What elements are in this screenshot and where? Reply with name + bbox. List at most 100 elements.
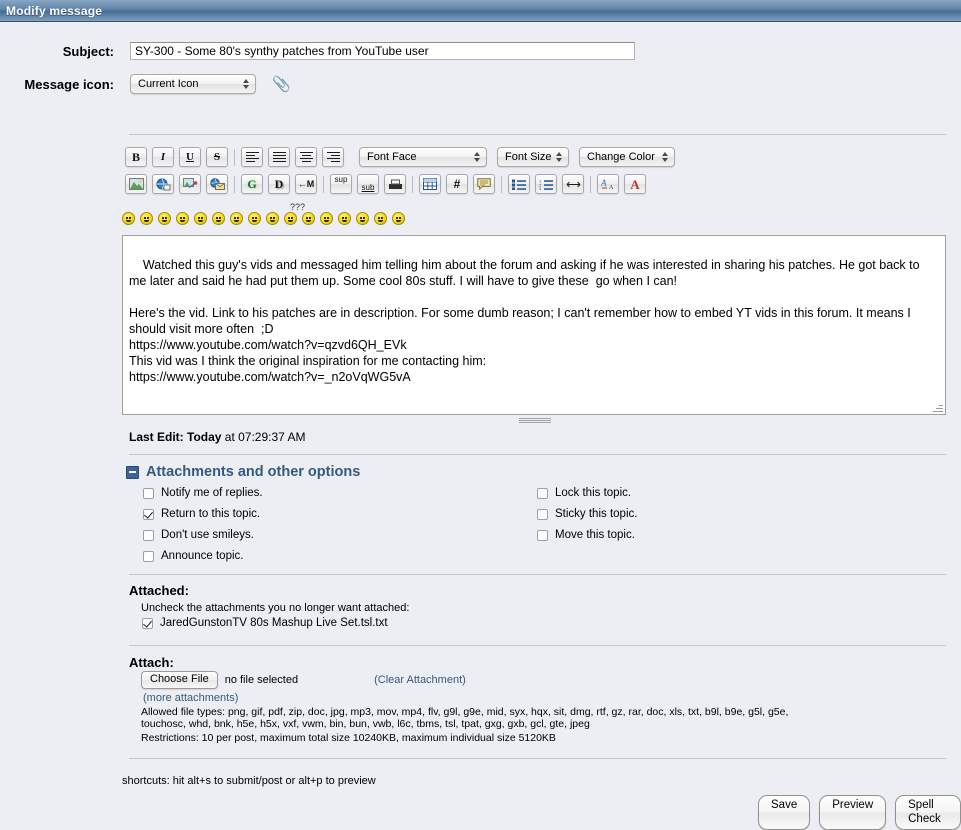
preview-button[interactable]: Preview	[819, 795, 887, 830]
checkbox-return-topic[interactable]	[143, 508, 154, 520]
message-icon-select[interactable]: Current Icon	[130, 74, 256, 94]
smiley-icon[interactable]	[374, 212, 387, 225]
align-right-button[interactable]	[322, 147, 344, 167]
subscript-button[interactable]: sub	[357, 174, 379, 194]
toolbar-separator	[323, 175, 324, 193]
globe-link-icon	[156, 178, 170, 190]
superscript-button[interactable]: sup	[330, 174, 352, 194]
smiley-icon[interactable]	[320, 212, 333, 225]
smiley-icon[interactable]	[122, 212, 135, 225]
smiley-icon[interactable]	[194, 212, 207, 225]
checkbox-no-smileys-row[interactable]: Don't use smileys.	[143, 529, 503, 541]
checkbox-no-smileys[interactable]	[143, 529, 154, 541]
bullet-list-button[interactable]	[508, 174, 530, 194]
checkbox-announce-topic[interactable]	[143, 550, 154, 562]
smiley-palette: ???	[122, 202, 410, 225]
teletype-button[interactable]	[384, 174, 406, 194]
align-justify-button[interactable]	[268, 147, 290, 167]
glow-text-button[interactable]: G	[241, 174, 263, 194]
horizontal-rule-button[interactable]	[562, 174, 584, 194]
font-size-select[interactable]: Font Size	[497, 147, 569, 167]
smiley-icon[interactable]	[392, 212, 405, 225]
resize-grip-icon[interactable]	[932, 402, 943, 413]
smiley-icon[interactable]	[176, 212, 189, 225]
smiley-icon[interactable]	[338, 212, 351, 225]
checkbox-notify-replies-row[interactable]: Notify me of replies.	[143, 487, 503, 499]
align-left-button[interactable]	[241, 147, 263, 167]
numbered-list-button[interactable]: 1 2 3	[535, 174, 557, 194]
checkbox-return-topic-row[interactable]: Return to this topic.	[143, 508, 503, 520]
underline-button[interactable]: U	[179, 147, 201, 167]
bullet-list-icon	[512, 179, 526, 190]
more-attachments-link[interactable]: (more attachments)	[143, 692, 238, 704]
clear-attachment-link[interactable]: (Clear Attachment)	[374, 674, 466, 686]
smiley-icon[interactable]	[356, 212, 369, 225]
insert-image-button[interactable]	[125, 174, 147, 194]
textarea-drag-handle[interactable]	[519, 418, 551, 423]
smiley-icon[interactable]	[266, 212, 279, 225]
checkbox-lock-topic-label: Lock this topic.	[555, 487, 632, 499]
toggle-view-button[interactable]: A A	[597, 174, 619, 194]
checkbox-attached-file[interactable]	[142, 617, 153, 629]
checkbox-notify-replies[interactable]	[143, 487, 154, 499]
chevron-updown-icon	[474, 150, 481, 164]
smiley-icon[interactable]	[212, 212, 225, 225]
svg-text:3: 3	[539, 186, 542, 190]
save-button[interactable]: Save	[758, 795, 811, 830]
change-color-select[interactable]: Change Color	[579, 147, 675, 167]
checkbox-move-topic-row[interactable]: Move this topic.	[537, 529, 867, 541]
insert-hosted-image-button[interactable]	[179, 174, 201, 194]
font-face-select[interactable]: Font Face	[359, 147, 487, 167]
checkbox-lock-topic-row[interactable]: Lock this topic.	[537, 487, 867, 499]
toolbar-separator	[501, 175, 502, 193]
smiley-icon[interactable]	[140, 212, 153, 225]
checkbox-sticky-topic[interactable]	[537, 508, 548, 520]
window-title: Modify message	[6, 3, 103, 18]
toolbar-separator	[234, 175, 235, 193]
modify-message-page: Subject: Message icon: Current Icon 📎 B …	[0, 22, 961, 830]
bold-button[interactable]: B	[125, 147, 147, 167]
last-edit-time: at 07:29:37 AM	[221, 430, 306, 444]
attach-heading: Attach:	[129, 655, 174, 670]
choose-file-button[interactable]: Choose File	[141, 671, 218, 689]
align-center-button[interactable]	[295, 147, 317, 167]
numbered-list-icon: 1 2 3	[539, 179, 553, 190]
typewriter-icon	[388, 179, 402, 189]
marquee-button[interactable]: ←M	[295, 174, 317, 194]
insert-table-button[interactable]	[419, 174, 441, 194]
shadow-text-button[interactable]: D	[268, 174, 290, 194]
collapse-icon[interactable]	[126, 465, 139, 479]
italic-button[interactable]: I	[152, 147, 174, 167]
insert-quote-button[interactable]	[473, 174, 495, 194]
window-title-bar: Modify message	[0, 0, 961, 22]
smiley-icon[interactable]	[284, 212, 297, 225]
insert-code-button[interactable]: #	[446, 174, 468, 194]
checkbox-sticky-topic-row[interactable]: Sticky this topic.	[537, 508, 867, 520]
toolbar-separator	[412, 175, 413, 193]
attachment-restrictions: Restrictions: 10 per post, maximum total…	[141, 732, 556, 744]
checkbox-move-topic[interactable]	[537, 529, 548, 541]
strikethrough-button[interactable]: S	[206, 147, 228, 167]
smiley-icon[interactable]	[248, 212, 261, 225]
insert-link-button[interactable]	[152, 174, 174, 194]
font-color-button[interactable]: A	[624, 174, 646, 194]
insert-email-button[interactable]	[206, 174, 228, 194]
no-file-selected-text: no file selected	[224, 674, 299, 686]
attached-file-row[interactable]: JaredGunstonTV 80s Mashup Live Set.tsl.t…	[142, 617, 388, 629]
smiley-icon[interactable]	[158, 212, 171, 225]
subject-input[interactable]	[130, 42, 635, 60]
divider-top	[129, 134, 946, 135]
chevron-updown-icon	[556, 150, 563, 164]
message-icon-row: Message icon: Current Icon 📎	[0, 74, 961, 94]
spell-check-button[interactable]: Spell Check	[895, 795, 961, 830]
attachments-options-heading[interactable]: Attachments and other options	[126, 464, 360, 480]
font-face-value: Font Face	[367, 151, 417, 163]
checkbox-lock-topic[interactable]	[537, 487, 548, 499]
smiley-icon[interactable]	[302, 212, 315, 225]
checkbox-return-topic-label: Return to this topic.	[161, 508, 261, 520]
message-body-textarea[interactable]: Watched this guy's vids and messaged him…	[122, 235, 946, 415]
toolbar-separator	[234, 148, 235, 166]
checkbox-move-topic-label: Move this topic.	[555, 529, 635, 541]
smiley-icon[interactable]	[230, 212, 243, 225]
checkbox-announce-topic-row[interactable]: Announce topic.	[143, 550, 503, 562]
